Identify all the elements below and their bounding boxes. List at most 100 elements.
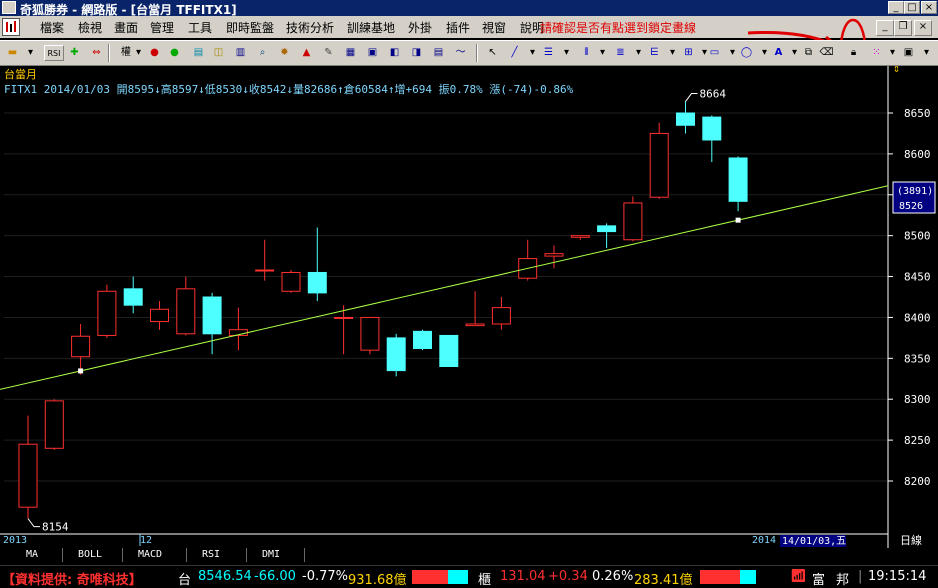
- trend-line-anchor-end[interactable]: [735, 217, 741, 223]
- tab-dmi[interactable]: DMI: [262, 549, 280, 560]
- x-label-2013: 2013: [3, 535, 27, 546]
- horizontal-lines-dropdown-icon[interactable]: ▾: [558, 45, 575, 61]
- window-split-icon[interactable]: ◧: [386, 45, 403, 61]
- fan-lines-dropdown-icon[interactable]: ▾: [664, 45, 681, 61]
- lock-drawing-icon[interactable]: 🔒︎: [845, 45, 862, 61]
- taiex-updown-meter: [412, 570, 468, 584]
- eraser-icon[interactable]: ⌫: [818, 45, 835, 61]
- fan-lines-icon[interactable]: ⋿: [646, 45, 663, 61]
- draw-line-icon[interactable]: ╱: [506, 45, 523, 61]
- taiex-label: 台: [178, 573, 192, 588]
- candle-body: [18, 443, 38, 508]
- y-axis-tick-label: 8450: [904, 271, 931, 284]
- tab-boll[interactable]: BOLL: [78, 549, 102, 560]
- indicator-tab-bar: MA BOLL MACD RSI DMI: [0, 548, 938, 565]
- y-axis-tick-label: 8500: [904, 230, 931, 243]
- pencil-icon[interactable]: ✎: [320, 45, 337, 61]
- y-axis-tick-label: 8350: [904, 352, 931, 365]
- tile-icon[interactable]: ▦: [342, 45, 359, 61]
- broker-label-2: 邦: [836, 573, 850, 588]
- candle-body: [386, 337, 406, 372]
- chart-window-icon[interactable]: ◨: [408, 45, 425, 61]
- candle-body: [623, 202, 643, 241]
- tab-separator: [246, 548, 247, 562]
- taiex-change: -66.00: [254, 569, 296, 584]
- alarm-icon[interactable]: ▲: [298, 45, 315, 61]
- candlestick-chart[interactable]: 8650860085508500845084008350830082508200…: [0, 61, 938, 548]
- chart-canvas[interactable]: 8650860085508500845084008350830082508200…: [0, 61, 938, 548]
- gann-grid-icon[interactable]: ⊞: [680, 45, 697, 61]
- gear-icon[interactable]: ✹: [276, 45, 293, 61]
- candle-body: [439, 334, 459, 368]
- x-label-12: 12: [140, 535, 152, 546]
- channel-lines-dropdown-icon[interactable]: ▾: [630, 45, 647, 61]
- draw-line-dropdown-icon[interactable]: ▾: [524, 45, 541, 61]
- channel-lines-icon[interactable]: ≣: [612, 45, 629, 61]
- color-palette-dropdown-icon[interactable]: ▾: [884, 45, 901, 61]
- move-cross-icon[interactable]: ✚: [66, 45, 83, 61]
- data-sheet-icon[interactable]: ▤: [190, 45, 207, 61]
- status-bar: 【資料提供: 奇唯科技】 台 8546.54 -66.00 -0.77% 931…: [0, 565, 938, 588]
- candle-body: [465, 323, 485, 327]
- otc-percent: 0.26%: [592, 569, 634, 584]
- candle-body: [150, 308, 169, 323]
- ellipse-icon[interactable]: ◯: [738, 45, 755, 61]
- vertical-lines-dropdown-icon[interactable]: ▾: [594, 45, 611, 61]
- price-box: (3891) 8526: [892, 181, 936, 214]
- vertical-lines-icon[interactable]: ⦀: [578, 45, 595, 61]
- line-chart-icon[interactable]: 〜: [452, 45, 469, 61]
- y-axis-tick-label: 8250: [904, 434, 931, 447]
- tab-separator: [186, 548, 187, 562]
- window-layout-icon[interactable]: ▣: [364, 45, 381, 61]
- compare-icon[interactable]: ◫: [210, 45, 227, 61]
- tab-rsi[interactable]: RSI: [202, 549, 220, 560]
- candle-body: [97, 290, 117, 336]
- book-icon[interactable]: ▥: [232, 45, 249, 61]
- y-axis-tick-label: 8300: [904, 393, 931, 406]
- search-chart-icon[interactable]: ⌕: [254, 45, 271, 61]
- color-palette-icon[interactable]: ⁙: [868, 45, 885, 61]
- horizontal-lines-icon[interactable]: ☰: [540, 45, 557, 61]
- connection-icon: 📶︎: [790, 569, 807, 584]
- period-button[interactable]: 日線: [900, 533, 922, 547]
- candle-body: [202, 296, 222, 335]
- left-right-arrow-icon[interactable]: ⇔: [88, 45, 105, 61]
- y-axis-tick-label: 8650: [904, 107, 931, 120]
- candle-body: [123, 288, 143, 306]
- candle-body: [360, 316, 380, 351]
- save-dropdown-icon[interactable]: ▾: [918, 45, 935, 61]
- candle-body: [413, 330, 432, 350]
- tab-macd[interactable]: MACD: [138, 549, 162, 560]
- indicator-green-icon[interactable]: ●: [166, 45, 183, 61]
- cursor-date: 14/01/03,五: [782, 536, 846, 547]
- trend-line-anchor-start[interactable]: [78, 368, 84, 374]
- tab-ma[interactable]: MA: [26, 549, 38, 560]
- toolbar: ▬ ▾ RSI ✚ ⇔ 權 ▾ ● ● ▤ ◫ ▥ ⌕ ✹ ▲ ✎ ▦ ▣ ◧ …: [0, 40, 938, 66]
- candle-body: [649, 132, 669, 198]
- candle-body: [570, 235, 590, 238]
- pointer-arrow-icon[interactable]: ↖: [484, 45, 501, 61]
- scroll-up-down-icon[interactable]: ⇕: [893, 61, 900, 75]
- price-box-top: (3891): [897, 186, 933, 197]
- data-provider: 【資料提供: 奇唯科技】: [2, 573, 142, 588]
- low-price-label: 8154: [42, 521, 69, 534]
- weight-dropdown-icon[interactable]: ▾: [130, 45, 147, 61]
- candle-body: [307, 271, 327, 294]
- candle-body: [728, 157, 748, 202]
- y-axis-tick-label: 8400: [904, 311, 931, 324]
- indicator-red-icon[interactable]: ●: [146, 45, 163, 61]
- candle-body: [255, 269, 275, 272]
- folder-icon[interactable]: ▬: [4, 45, 21, 61]
- copy-drawing-icon[interactable]: ⧉: [800, 45, 817, 61]
- otc-change: +0.34: [548, 569, 588, 584]
- text-tool-icon[interactable]: A: [770, 45, 787, 61]
- otc-volume: 283.41億: [634, 573, 693, 588]
- candle-body: [44, 400, 64, 449]
- taiex-percent: -0.77%: [302, 569, 348, 584]
- window-stack-icon[interactable]: ▤: [430, 45, 447, 61]
- otc-updown-meter: [700, 570, 756, 584]
- rsi-button[interactable]: RSI: [44, 45, 64, 61]
- rectangle-icon[interactable]: ▭: [706, 45, 723, 61]
- save-icon[interactable]: ▣: [900, 45, 917, 61]
- dropdown-arrow-icon[interactable]: ▾: [22, 45, 39, 61]
